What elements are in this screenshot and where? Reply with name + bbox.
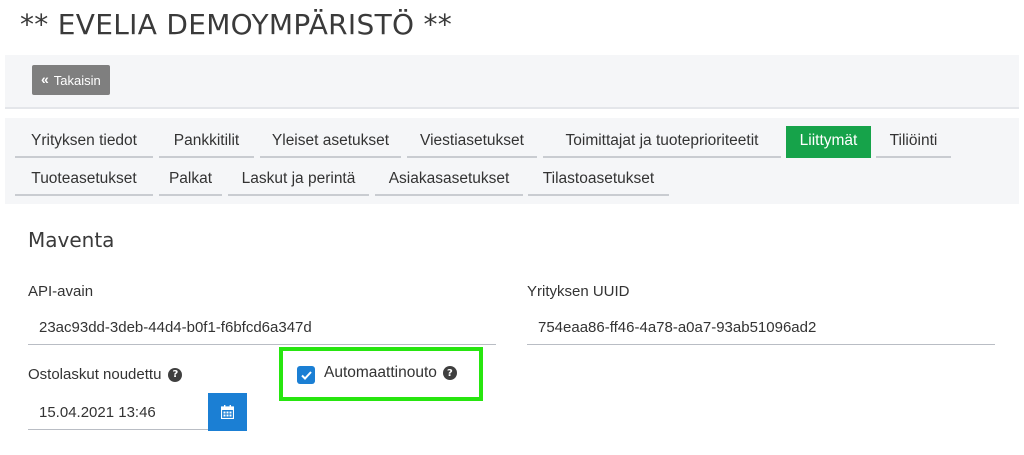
back-button-label: Takaisin [53, 72, 101, 88]
page-title: ** EVELIA DEMOYMPÄRISTÖ ** [20, 8, 453, 41]
double-chevron-left-icon: « [41, 71, 49, 87]
api-key-label-text: API-avain [28, 283, 94, 300]
tab-viestiasetukset[interactable]: Viestiasetukset [407, 126, 537, 158]
calendar-icon [221, 405, 234, 419]
question-circle-icon[interactable]: ? [442, 366, 457, 380]
tab-toimittajat-ja-tuoteprioriteetit[interactable]: Toimittajat ja tuoteprioriteetit [543, 126, 781, 158]
checkmark-icon [300, 370, 312, 380]
tab-palkat[interactable]: Palkat [159, 164, 222, 196]
settings-tabs: Yrityksen tiedot Pankkitilit Yleiset ase… [5, 118, 1019, 204]
tab-liittymat[interactable]: Liittymät [786, 126, 871, 158]
auto-fetch-checkbox[interactable] [297, 366, 315, 384]
purchase-invoices-fetched-label: Ostolaskut noudettu ? [28, 366, 183, 383]
tab-laskut-ja-perinta[interactable]: Laskut ja perintä [228, 164, 369, 196]
tab-yrityksen-tiedot[interactable]: Yrityksen tiedot [15, 126, 153, 158]
section-title: Maventa [28, 228, 115, 252]
auto-fetch-label-text: Automaattinouto [324, 364, 437, 381]
auto-fetch-label[interactable]: Automaattinouto ? [324, 364, 457, 382]
top-toolbar: « Takaisin [5, 55, 1019, 109]
tab-pankkitilit[interactable]: Pankkitilit [159, 126, 254, 158]
company-uuid-label: Yrityksen UUID [527, 283, 630, 300]
calendar-button[interactable] [208, 393, 247, 431]
company-uuid-label-text: Yrityksen UUID [527, 283, 630, 300]
tab-tilioinnti[interactable]: Tiliöinti [876, 126, 951, 158]
api-key-label: API-avain [28, 283, 93, 300]
purchase-invoices-fetched-input[interactable] [28, 396, 208, 430]
tab-asiakasasetukset[interactable]: Asiakasasetukset [375, 164, 523, 196]
purchase-invoices-fetched-label-text: Ostolaskut noudettu [28, 366, 162, 383]
back-button[interactable]: « Takaisin [32, 65, 110, 95]
company-uuid-input[interactable] [527, 311, 995, 345]
question-circle-icon[interactable]: ? [168, 367, 183, 382]
api-key-input[interactable] [28, 311, 496, 345]
tab-tuoteasetukset[interactable]: Tuoteasetukset [15, 164, 153, 196]
tab-yleiset-asetukset[interactable]: Yleiset asetukset [260, 126, 401, 158]
tab-tilastoasetukset[interactable]: Tilastoasetukset [528, 164, 669, 196]
